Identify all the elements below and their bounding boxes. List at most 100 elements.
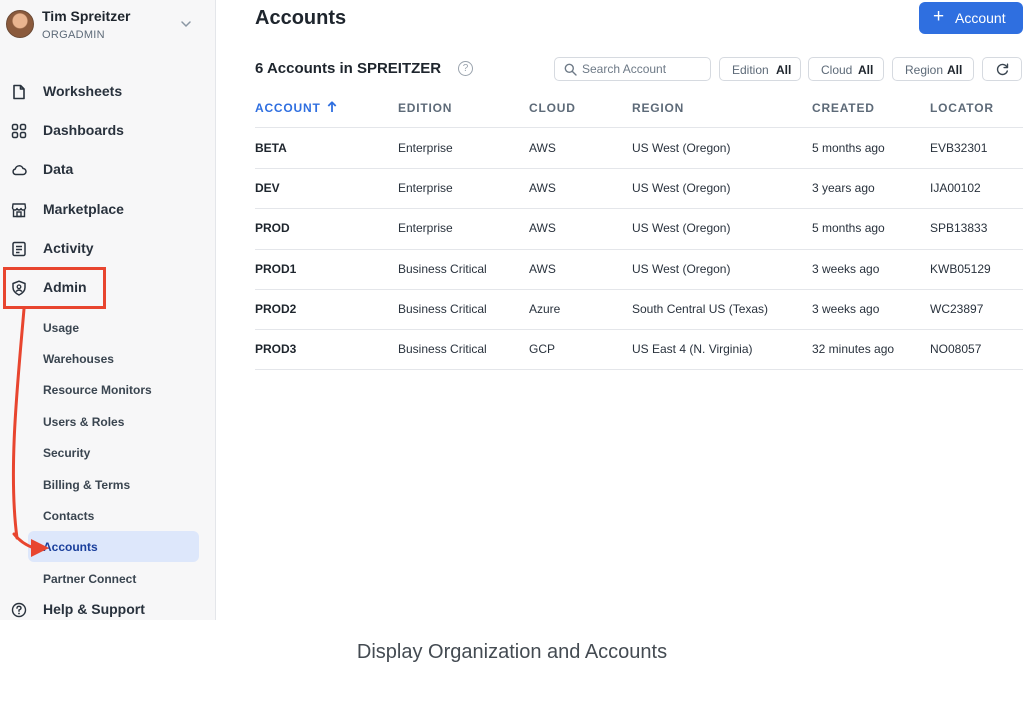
cell-cloud: AWS <box>529 261 556 276</box>
sidebar: Tim Spreitzer ORGADMIN Worksheets Dashbo… <box>0 0 216 620</box>
user-name: Tim Spreitzer <box>42 8 131 24</box>
cell-edition: Enterprise <box>398 181 453 196</box>
divider <box>255 127 1023 128</box>
sidebar-subitem-label: Contacts <box>43 509 95 523</box>
dashboard-grid-icon <box>11 123 27 139</box>
row-divider <box>255 208 1023 210</box>
column-header-region[interactable]: REGION <box>632 101 684 115</box>
cell-edition: Business Critical <box>398 261 487 276</box>
cell-cloud: Azure <box>529 301 561 316</box>
cell-created: 3 weeks ago <box>812 261 880 276</box>
sidebar-subitem-label: Usage <box>43 321 80 335</box>
add-account-label: Account <box>955 10 1006 26</box>
refresh-icon <box>996 63 1009 76</box>
sidebar-subitem-label: Warehouses <box>43 352 114 366</box>
chevron-down-icon[interactable] <box>180 18 192 30</box>
sidebar-item-marketplace[interactable]: Marketplace <box>0 195 216 225</box>
column-header-locator[interactable]: LOCATOR <box>930 101 994 115</box>
sidebar-item-label: Worksheets <box>43 83 123 99</box>
refresh-button[interactable] <box>982 57 1022 81</box>
cell-region: US East 4 (N. Virginia) <box>632 342 753 356</box>
cell-region: US West (Oregon) <box>632 141 731 155</box>
cell-cloud: AWS <box>529 181 556 196</box>
admin-highlight-box <box>3 267 106 309</box>
cell-account: PROD3 <box>255 342 297 356</box>
sidebar-subitem-resource-monitors[interactable]: Resource Monitors <box>28 374 199 405</box>
sidebar-item-help-support[interactable]: Help & Support <box>0 595 216 620</box>
search-icon <box>564 63 577 76</box>
filter-value: All <box>776 63 792 77</box>
cell-account: DEV <box>255 181 280 196</box>
avatar <box>6 10 34 38</box>
sidebar-item-data[interactable]: Data <box>0 155 216 185</box>
sidebar-subitem-billing-terms[interactable]: Billing & Terms <box>28 469 199 500</box>
search-input[interactable] <box>582 61 706 77</box>
cell-region: US West (Oregon) <box>632 221 731 236</box>
cell-created: 5 months ago <box>812 221 885 236</box>
sidebar-subitem-users-roles[interactable]: Users & Roles <box>28 406 199 437</box>
column-header-created[interactable]: CREATED <box>812 101 875 115</box>
cell-region: US West (Oregon) <box>632 261 731 276</box>
column-header-cloud[interactable]: CLOUD <box>529 101 576 115</box>
plus-icon: + <box>933 6 945 27</box>
sort-ascending-icon <box>327 101 336 112</box>
column-header-label: ACCOUNT <box>255 101 321 115</box>
sidebar-item-label: Activity <box>43 240 94 256</box>
app-window: Tim Spreitzer ORGADMIN Worksheets Dashbo… <box>0 0 1024 620</box>
row-divider <box>255 168 1023 170</box>
cell-locator: WC23897 <box>930 301 984 316</box>
cell-region: South Central US (Texas) <box>632 301 769 316</box>
sidebar-subitem-label: Accounts <box>43 540 98 554</box>
user-menu[interactable]: Tim Spreitzer ORGADMIN <box>6 8 206 48</box>
user-role: ORGADMIN <box>42 29 105 41</box>
filter-value: All <box>858 63 874 77</box>
sidebar-item-dashboards[interactable]: Dashboards <box>0 116 216 146</box>
cell-created: 32 minutes ago <box>812 342 895 356</box>
sidebar-subitem-warehouses[interactable]: Warehouses <box>28 343 199 374</box>
cell-created: 3 years ago <box>812 181 875 196</box>
filter-value: All <box>947 63 963 77</box>
filter-region[interactable]: Region All <box>892 57 974 81</box>
row-divider <box>255 288 1023 290</box>
figure-caption: Display Organization and Accounts <box>356 641 668 663</box>
sidebar-subitem-usage[interactable]: Usage <box>28 312 199 343</box>
column-header-edition[interactable]: EDITION <box>398 101 452 115</box>
cell-account: PROD2 <box>255 301 297 316</box>
sidebar-subitem-label: Partner Connect <box>43 572 137 586</box>
cell-account: PROD1 <box>255 261 297 276</box>
cell-region: US West (Oregon) <box>632 181 731 196</box>
row-divider <box>255 329 1023 330</box>
activity-list-icon <box>12 241 26 257</box>
help-circle-icon <box>11 602 27 618</box>
sidebar-item-worksheets[interactable]: Worksheets <box>0 77 216 107</box>
sidebar-item-label: Data <box>43 161 74 177</box>
cell-locator: EVB32301 <box>930 141 988 155</box>
sidebar-item-activity[interactable]: Activity <box>0 234 216 264</box>
page-title: Accounts <box>255 7 347 29</box>
add-account-button[interactable]: + Account <box>919 2 1023 34</box>
filter-cloud[interactable]: Cloud All <box>808 57 884 81</box>
cell-cloud: AWS <box>529 141 556 155</box>
search-box[interactable] <box>554 57 711 81</box>
cell-cloud: AWS <box>529 221 556 236</box>
sidebar-subitem-label: Billing & Terms <box>43 478 131 492</box>
info-icon[interactable]: ? <box>458 61 473 76</box>
sidebar-subitem-partner-connect[interactable]: Partner Connect <box>28 563 199 594</box>
sidebar-subitem-accounts[interactable]: Accounts <box>28 531 199 562</box>
cloud-icon <box>12 165 27 176</box>
cell-locator: KWB05129 <box>930 261 991 276</box>
sidebar-subitem-label: Security <box>43 446 91 460</box>
account-count: 6 Accounts in SPREITZER <box>255 60 442 77</box>
cell-locator: NO08057 <box>930 342 982 356</box>
filter-key: Region <box>905 63 944 77</box>
worksheet-icon <box>13 84 25 100</box>
sidebar-subitem-security[interactable]: Security <box>28 437 199 468</box>
sidebar-item-label: Marketplace <box>43 201 124 217</box>
filter-key: Edition <box>732 63 769 77</box>
column-header-account[interactable]: ACCOUNT <box>255 101 337 115</box>
cell-created: 3 weeks ago <box>812 301 880 316</box>
row-divider <box>255 248 1023 250</box>
filter-edition[interactable]: Edition All <box>719 57 801 81</box>
sidebar-subitem-label: Users & Roles <box>43 415 125 429</box>
sidebar-subitem-contacts[interactable]: Contacts <box>28 500 199 531</box>
